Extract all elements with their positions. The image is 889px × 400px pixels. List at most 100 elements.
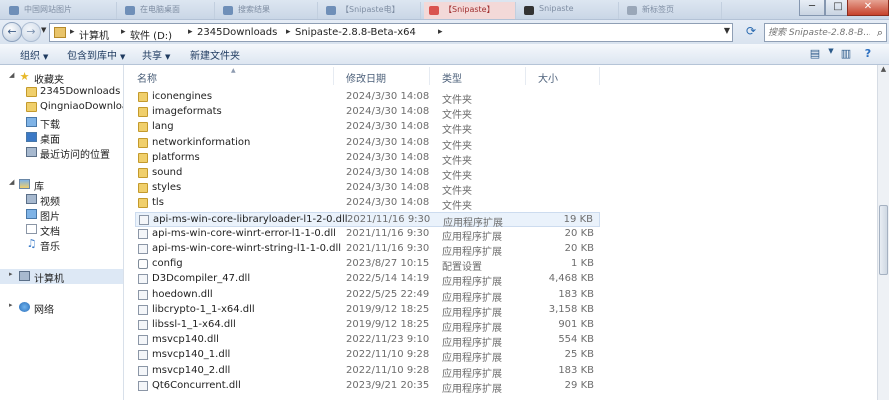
taskbar-tab[interactable]: 新标签页 — [622, 2, 722, 19]
sidebar-item-desktop[interactable]: 桌面 — [0, 130, 123, 145]
address-bar[interactable]: ▸ 计算机 ▸ 软件 (D:) ▸ 2345Downloads ▸ Snipas… — [49, 23, 733, 42]
include-in-library-button[interactable]: 包含到库中 ▼ — [67, 47, 125, 62]
taskbar-tab[interactable]: Snipaste — [519, 2, 619, 19]
file-name: iconengines — [152, 91, 213, 102]
expand-arrow-icon[interactable]: ◢ — [9, 71, 14, 79]
file-type: 文件夹 — [442, 95, 472, 106]
sidebar-item-music[interactable]: ♫ 音乐 — [0, 237, 123, 252]
table-row[interactable]: imageformats 2024/3/30 14:08 文件夹 — [135, 105, 600, 122]
sidebar-item-recent-places[interactable]: 最近访问的位置 — [0, 145, 123, 160]
sidebar-item-favorites[interactable]: ◢ ★ 收藏夹 — [0, 70, 123, 85]
sidebar-item-documents[interactable]: 文档 — [0, 222, 123, 237]
file-date: 2021/11/16 9:30 — [346, 243, 430, 254]
refresh-button[interactable]: ⟳ — [742, 24, 760, 41]
table-row[interactable]: Qt6Concurrent.dll 2023/9/21 20:35 应用程序扩展 29… — [135, 379, 600, 395]
dll-file-icon — [138, 304, 148, 315]
table-row[interactable]: hoedown.dll 2022/5/25 22:49 应用程序扩展 183 KB — [135, 288, 600, 304]
table-row[interactable]: msvcp140_1.dll 2022/11/10 9:28 应用程序扩展 25 KB — [135, 348, 600, 365]
taskbar-tab[interactable]: 搜索结果 — [218, 2, 318, 19]
table-row[interactable]: api-ms-win-core-winrt-error-l1-1-0.dll 20… — [135, 227, 600, 243]
table-row[interactable]: sound 2024/3/30 14:08 文件夹 — [135, 166, 600, 182]
sidebar-item-libraries[interactable]: ◢ 库 — [0, 177, 123, 192]
forward-button[interactable]: → — [21, 22, 41, 42]
browser-tab-icon — [223, 6, 233, 15]
breadcrumb-snipaste-folder[interactable]: Snipaste-2.8.8-Beta-x64 — [295, 27, 416, 38]
search-icon[interactable]: ⌕ — [877, 26, 883, 40]
breadcrumb-2345downloads[interactable]: 2345Downloads — [197, 27, 277, 38]
file-type: 文件夹 — [442, 110, 472, 122]
sidebar-item-network[interactable]: ▸ 网络 — [0, 300, 123, 315]
file-size: 3,158 KB — [548, 303, 594, 315]
taskbar-tab[interactable]: 在电脑桌面 — [120, 2, 215, 19]
file-name: D3Dcompiler_47.dll — [152, 273, 251, 285]
breadcrumb-separator-icon[interactable]: ▸ — [286, 27, 291, 37]
table-row[interactable]: iconengines 2024/3/30 14:08 文件夹 — [135, 90, 600, 106]
breadcrumb-computer[interactable]: 计算机 — [79, 27, 109, 42]
collapse-arrow-icon[interactable]: ▸ — [9, 301, 13, 309]
sidebar-label: 2345Downloads — [40, 86, 121, 97]
vertical-scrollbar[interactable]: ▲ — [877, 65, 889, 400]
table-row[interactable]: api-ms-win-core-winrt-string-l1-1-0.dll 2… — [135, 242, 600, 258]
scroll-up-icon[interactable]: ▲ — [878, 65, 889, 77]
file-name: Qt6Concurrent.dll — [152, 379, 241, 391]
file-date: 2021/11/16 9:30 — [347, 213, 431, 225]
table-row[interactable]: config 2023/8/27 10:15 配置设置 1 KB — [135, 257, 600, 273]
preview-pane-icon[interactable]: ▥ — [837, 47, 855, 62]
sidebar-item-2345downloads[interactable]: 2345Downloads — [0, 85, 123, 100]
expand-arrow-icon[interactable]: ◢ — [9, 178, 14, 186]
sidebar-item-videos[interactable]: 视频 — [0, 192, 123, 207]
dll-file-icon — [138, 350, 148, 361]
refresh-icon: ⟳ — [745, 24, 757, 38]
breadcrumb-drive-d[interactable]: 软件 (D:) — [130, 27, 172, 42]
table-row[interactable]: lang 2024/3/30 14:08 文件夹 — [135, 120, 600, 136]
table-row[interactable]: libcrypto-1_1-x64.dll 2019/9/12 18:25 应用程序… — [135, 303, 600, 319]
search-input[interactable] — [765, 24, 870, 41]
file-name: lang — [152, 121, 174, 133]
close-button[interactable]: ✕ — [847, 0, 889, 16]
column-header-type[interactable]: 类型 — [430, 67, 526, 85]
minimize-button[interactable]: ─ — [799, 0, 825, 16]
breadcrumb-separator-icon[interactable]: ▸ — [70, 27, 75, 37]
maximize-icon: □ — [833, 1, 843, 12]
back-button[interactable]: ← — [2, 22, 22, 42]
table-row[interactable]: libssl-1_1-x64.dll 2019/9/12 18:25 应用程序扩展 9… — [135, 318, 600, 334]
file-type: 应用程序扩展 — [442, 353, 502, 365]
sidebar-item-pictures[interactable]: 图片 — [0, 207, 123, 222]
sidebar-item-computer[interactable]: ▸ 计算机 — [0, 269, 123, 284]
column-header-size[interactable]: 大小 — [526, 67, 600, 85]
taskbar-tab-label: 【Snipaste】 — [444, 5, 495, 14]
breadcrumb-separator-icon[interactable]: ▸ — [121, 27, 126, 37]
table-row[interactable]: D3Dcompiler_47.dll 2022/5/14 14:19 应用程序扩展 4… — [135, 272, 600, 289]
table-row[interactable]: api-ms-win-core-libraryloader-l1-2-0.dll… — [135, 211, 600, 229]
collapse-arrow-icon[interactable]: ▸ — [9, 270, 13, 278]
file-date: 2022/11/10 9:28 — [346, 349, 430, 361]
table-row[interactable]: styles 2024/3/30 14:08 文件夹 — [135, 181, 600, 197]
file-name: api-ms-win-core-winrt-error-l1-1-0.dll — [152, 227, 336, 239]
include-library-label: 包含到库中 — [67, 51, 117, 62]
search-box[interactable]: ⌕ — [764, 23, 887, 42]
taskbar-tab[interactable]: 中国网站图片 — [4, 2, 117, 19]
sidebar-label: 文档 — [40, 227, 60, 237]
table-row[interactable]: platforms 2024/3/30 14:08 文件夹 — [135, 151, 600, 167]
organize-button[interactable]: 组织 ▼ — [20, 47, 48, 62]
file-type: 应用程序扩展 — [442, 277, 502, 289]
table-row[interactable]: networkinformation 2024/3/30 14:08 文件夹 — [135, 136, 600, 152]
taskbar-tab-active[interactable]: 【Snipaste】 — [424, 2, 516, 19]
dll-file-icon — [138, 380, 148, 391]
table-row[interactable]: tls 2024/3/30 14:08 文件夹 — [135, 196, 600, 212]
breadcrumb-separator-icon[interactable]: ▸ — [438, 27, 443, 37]
taskbar-tab[interactable]: 【Snipaste电】 — [321, 2, 421, 19]
sidebar-item-qingniaodownload[interactable]: QingniaoDownload — [0, 100, 123, 115]
column-header-name[interactable]: 名称 ▲ — [125, 67, 334, 85]
scrollbar-thumb[interactable] — [879, 205, 888, 275]
table-row[interactable]: msvcp140.dll 2022/11/23 9:10 应用程序扩展 554 KB — [135, 333, 600, 349]
address-dropdown-icon[interactable]: ▼ — [724, 26, 730, 35]
new-folder-button[interactable]: 新建文件夹 — [190, 47, 240, 62]
recent-pages-dropdown-icon[interactable]: ▼ — [41, 26, 46, 34]
help-icon[interactable]: ? — [859, 47, 877, 62]
table-row[interactable]: msvcp140_2.dll 2022/11/10 9:28 应用程序扩展 183 K… — [135, 364, 600, 380]
column-header-date[interactable]: 修改日期 — [334, 67, 430, 85]
share-button[interactable]: 共享 ▼ — [142, 47, 170, 62]
sidebar-item-downloads[interactable]: 下载 — [0, 115, 123, 130]
breadcrumb-separator-icon[interactable]: ▸ — [188, 27, 193, 37]
